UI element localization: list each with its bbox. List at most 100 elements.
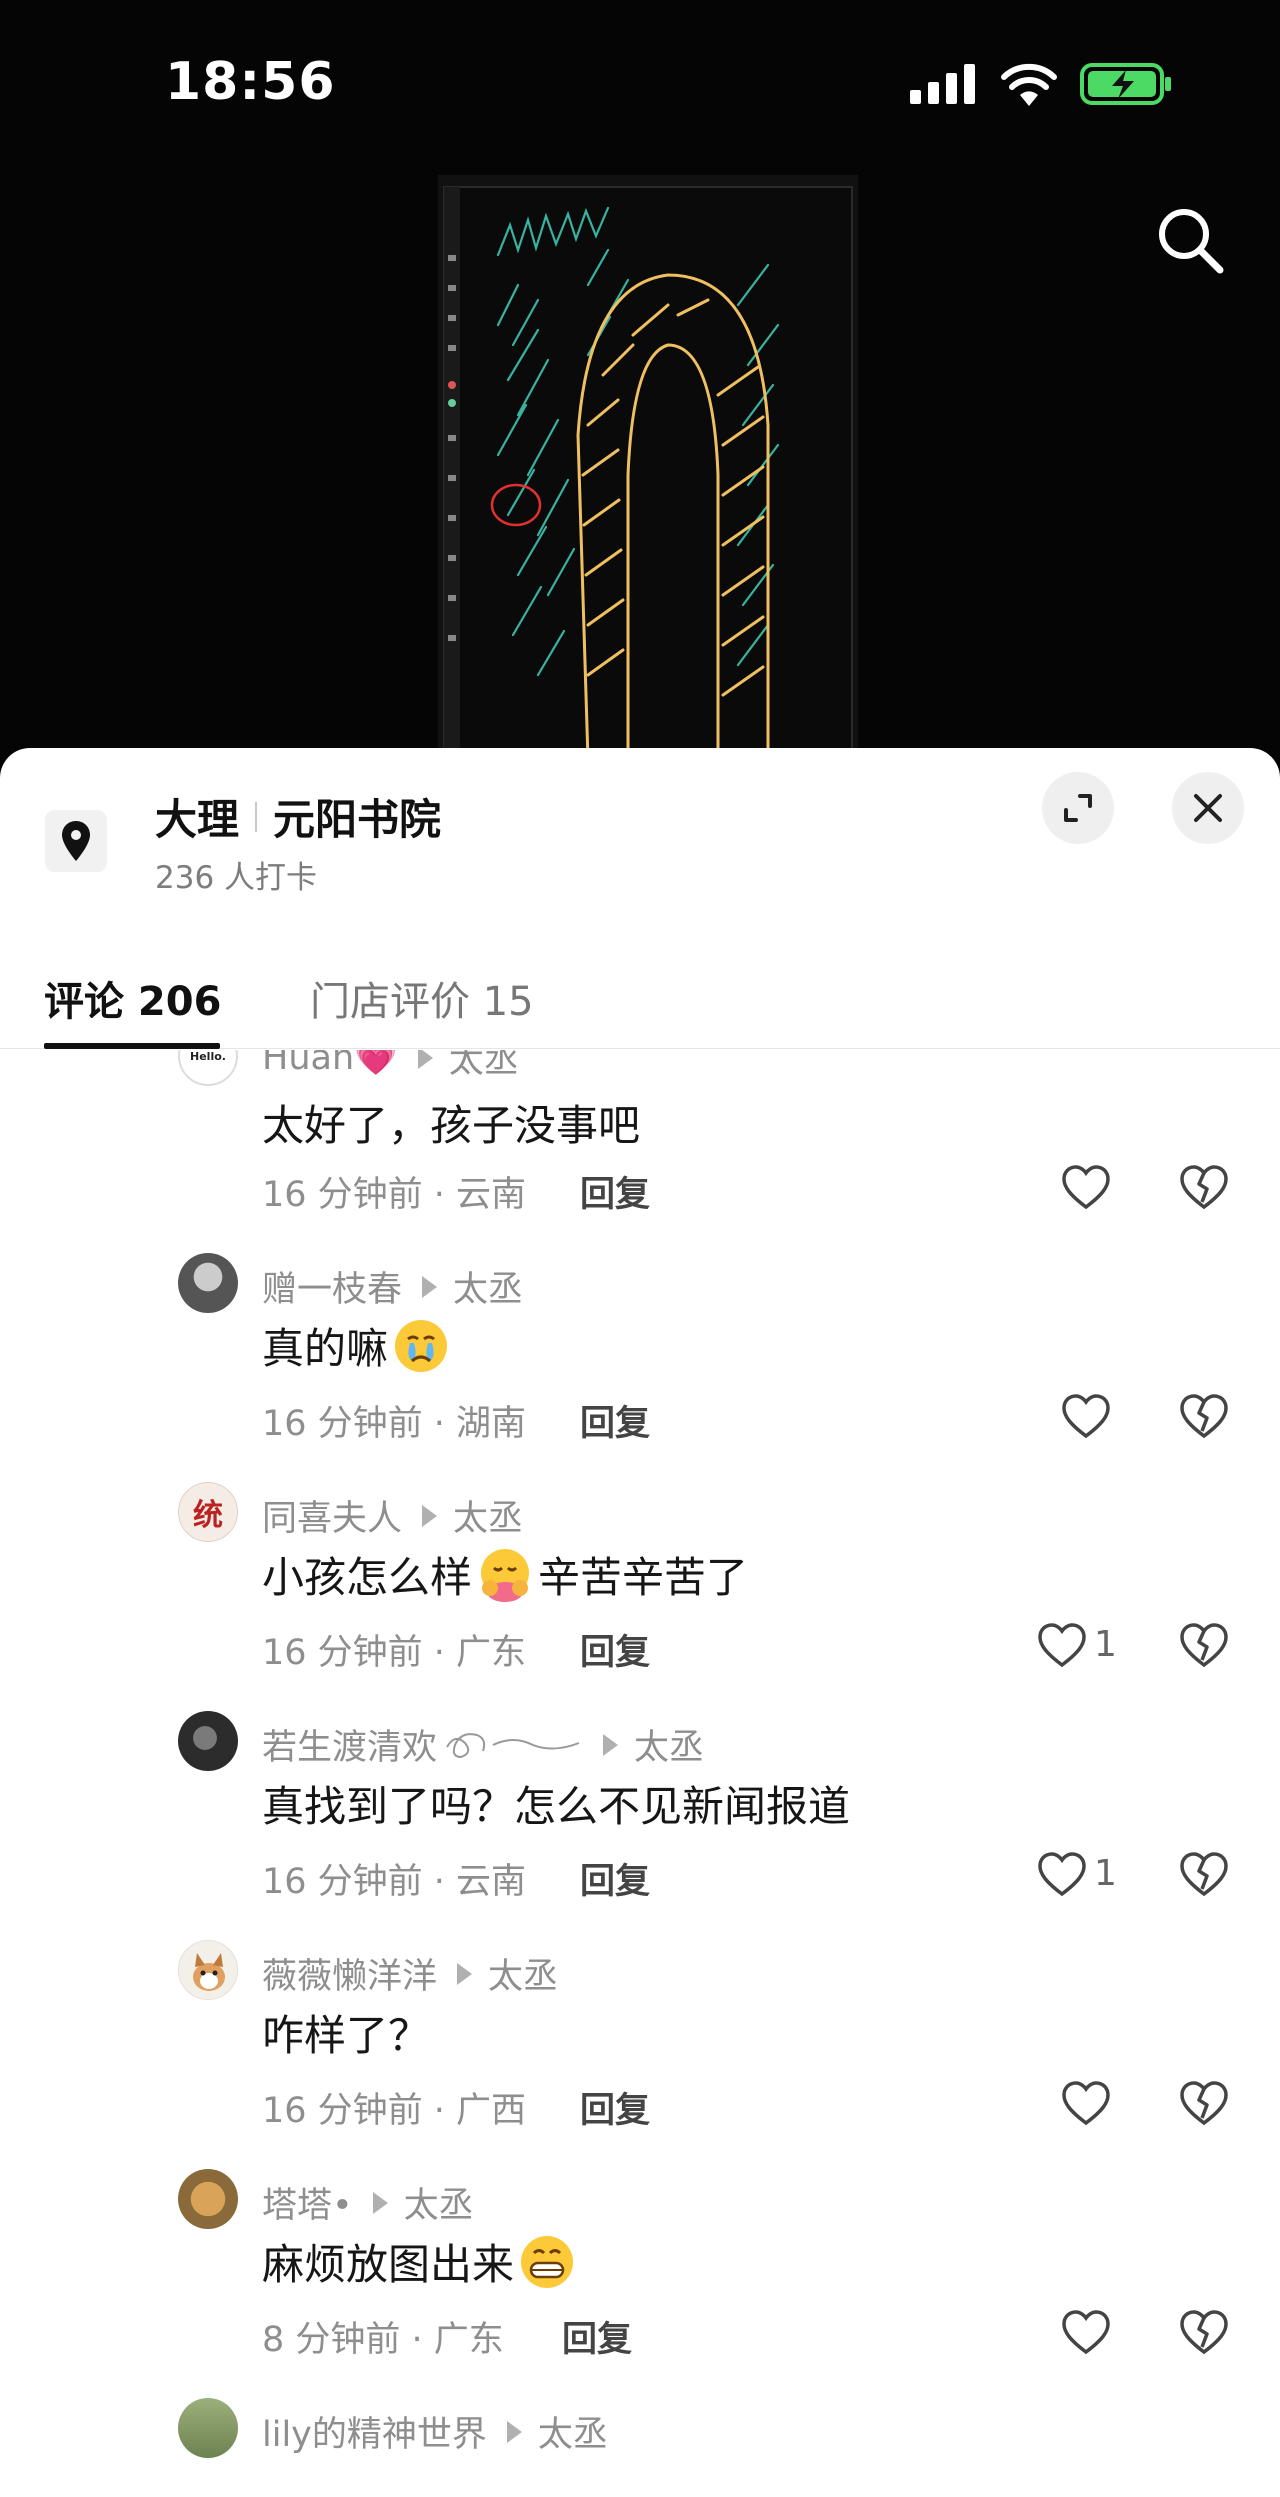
comment-username[interactable]: 塔塔•	[262, 2177, 353, 2228]
reply-button[interactable]: 回复	[580, 1166, 650, 1217]
comment-item: 若生渡清欢 太丞 真找到了吗？怎么不见新闻报道 16 分钟前 · 云南 回复 1	[0, 1703, 1280, 1932]
comment-item: 统 同喜夫人 太丞 小孩怎么样 辛苦辛苦了 16 分钟前 · 广东 回复 1	[0, 1474, 1280, 1703]
broken-heart-icon[interactable]	[1178, 1391, 1230, 1443]
heart-icon[interactable]	[1060, 2307, 1112, 2359]
comment-meta: 16 分钟前 · 云南	[262, 1862, 527, 1902]
heart-icon[interactable]	[1060, 1162, 1112, 1214]
reply-button[interactable]: 回复	[580, 2082, 650, 2133]
comment-item: 塔塔• 太丞 麻烦放图出来 8 分钟前 · 广东 回复	[0, 2161, 1280, 2390]
comment-meta: 16 分钟前 · 云南	[262, 1175, 527, 1215]
reply-button[interactable]: 回复	[580, 1624, 650, 1675]
calligraphy-avatar[interactable]: 统	[178, 1482, 238, 1542]
reply-button[interactable]: 回复	[562, 2311, 632, 2362]
comment-meta: 16 分钟前 · 广西	[262, 2091, 527, 2131]
reply-button[interactable]: 回复	[580, 1853, 650, 1904]
comment-username[interactable]: Huan💗	[262, 1050, 398, 1078]
reply-arrow-icon	[417, 1050, 433, 1069]
video-frame-drawing	[438, 175, 858, 760]
like-count: 1	[1094, 1853, 1117, 1894]
status-time: 18:56	[165, 52, 336, 112]
heart-icon[interactable]	[1060, 2078, 1112, 2130]
active-tab-indicator	[44, 1043, 220, 1049]
comment-text: 咋样了？	[262, 2002, 430, 2063]
heart-icon[interactable]	[1060, 1391, 1112, 1443]
comment-text-main: 小孩怎么样	[262, 1553, 473, 1602]
poi-place: 元阳书院	[273, 795, 442, 844]
comment-username[interactable]: 薇薇懒洋洋	[262, 1948, 437, 1999]
comment-text-main: 太好了，孩子没事吧	[262, 1101, 641, 1150]
broken-heart-icon[interactable]	[1178, 2307, 1230, 2359]
comment-header: Huan💗 太丞	[262, 1050, 519, 1083]
comment-header: 塔塔• 太丞	[262, 2177, 474, 2228]
dog-avatar[interactable]	[178, 1940, 238, 2000]
location-pin-icon	[45, 810, 107, 872]
comment-text-main: 真的嘛	[262, 1324, 389, 1373]
comment-item: Hello. Huan💗 太丞 太好了，孩子没事吧 16 分钟前 · 云南 回复	[0, 1050, 1280, 1245]
status-icons	[910, 62, 1172, 106]
crying-face-emoji	[395, 1319, 448, 1372]
broken-heart-icon[interactable]	[1178, 1620, 1230, 1672]
comment-text: 太好了，孩子没事吧	[262, 1092, 640, 1153]
expand-button[interactable]	[1042, 772, 1114, 844]
reply-arrow-icon	[457, 1962, 473, 1985]
golden-dog-avatar[interactable]	[178, 2169, 238, 2229]
comment-header: 同喜夫人 太丞	[262, 1490, 523, 1541]
comment-username[interactable]: 赠一枝春	[262, 1261, 402, 1312]
comment-header: lily的精神世界 太丞	[262, 2406, 608, 2457]
hug-face-emoji	[481, 1548, 530, 1602]
close-button[interactable]	[1172, 772, 1244, 844]
reply-arrow-icon	[422, 1275, 438, 1298]
landscape-avatar[interactable]	[178, 2398, 238, 2458]
hello-avatar[interactable]: Hello.	[178, 1050, 238, 1086]
tab-bar: 评论 206 门店评价 15	[0, 953, 1280, 1049]
broken-heart-icon[interactable]	[1178, 2078, 1230, 2130]
grin-face-emoji	[521, 2235, 574, 2288]
comment-text: 小孩怎么样 辛苦辛苦了	[262, 1544, 748, 1605]
comment-username[interactable]: 同喜夫人	[262, 1490, 402, 1541]
broken-heart-icon[interactable]	[1178, 1849, 1230, 1901]
reply-target[interactable]: 太丞	[453, 1490, 523, 1541]
comment-header: 赠一枝春 太丞	[262, 1261, 523, 1312]
tab-comments[interactable]: 评论 206	[44, 969, 221, 1027]
reply-target[interactable]: 太丞	[488, 1948, 558, 1999]
comment-sheet: 大理 元阳书院 236 人打卡 评论 206 门店评价 15 Hello. Hu	[0, 748, 1280, 2497]
poi-header[interactable]: 大理 元阳书院 236 人打卡	[0, 748, 1280, 918]
search-icon[interactable]	[1150, 200, 1230, 280]
tab-store-reviews[interactable]: 门店评价 15	[310, 969, 534, 1027]
poi-divider	[255, 801, 258, 832]
comment-text: 真的嘛	[262, 1315, 454, 1376]
reply-arrow-icon	[506, 2420, 522, 2443]
poi-title[interactable]: 大理 元阳书院	[155, 786, 441, 847]
swirl-decoration-icon	[446, 1732, 580, 1758]
comment-item: lily的精神世界 太丞	[0, 2390, 1280, 2497]
comment-list[interactable]: Hello. Huan💗 太丞 太好了，孩子没事吧 16 分钟前 · 云南 回复…	[0, 1050, 1280, 2497]
wifi-icon	[1001, 63, 1057, 106]
reply-arrow-icon	[422, 1504, 438, 1527]
reply-target[interactable]: 太丞	[453, 1261, 523, 1312]
comment-username[interactable]: 若生渡清欢	[262, 1719, 437, 1770]
reply-target[interactable]: 太丞	[449, 1050, 519, 1083]
reply-button[interactable]: 回复	[580, 1395, 650, 1446]
dark-avatar[interactable]	[178, 1711, 238, 1771]
reply-target[interactable]: 太丞	[404, 2177, 474, 2228]
comment-item: 薇薇懒洋洋 太丞 咋样了？ 16 分钟前 · 广西 回复	[0, 1932, 1280, 2161]
signal-icon	[910, 64, 975, 104]
like-count: 1	[1094, 1624, 1117, 1665]
comment-text: 真找到了吗？怎么不见新闻报道	[262, 1773, 850, 1834]
battery-icon	[1080, 63, 1171, 105]
reply-target[interactable]: 太丞	[538, 2406, 608, 2457]
comment-item: 赠一枝春 太丞 真的嘛 16 分钟前 · 湖南 回复	[0, 1245, 1280, 1474]
person-avatar[interactable]	[178, 1253, 238, 1313]
heart-icon[interactable]	[1036, 1849, 1088, 1901]
comment-meta: 16 分钟前 · 湖南	[262, 1404, 527, 1444]
heart-icon[interactable]	[1036, 1620, 1088, 1672]
video-player[interactable]: 18:56	[0, 0, 1280, 760]
checkin-count: 236 人打卡	[155, 860, 318, 896]
reply-arrow-icon	[603, 1733, 619, 1756]
comment-username[interactable]: lily的精神世界	[262, 2406, 487, 2457]
comment-text-main: 咋样了？	[262, 2011, 431, 2060]
broken-heart-icon[interactable]	[1178, 1162, 1230, 1214]
reply-target[interactable]: 太丞	[634, 1719, 704, 1770]
comment-text: 麻烦放图出来	[262, 2231, 580, 2292]
comment-header: 若生渡清欢 太丞	[262, 1719, 704, 1770]
